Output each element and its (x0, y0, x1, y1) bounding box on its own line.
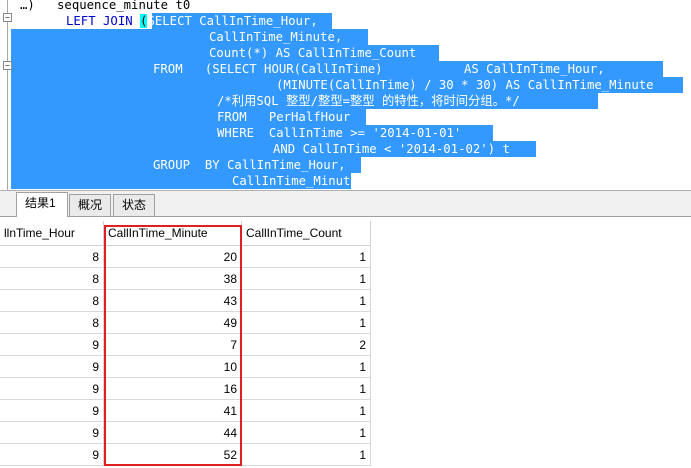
code-line[interactable]: GROUP BY CallInTime_Hour, (153, 157, 346, 173)
fold-toggle-icon[interactable]: − (3, 13, 12, 22)
cell-count[interactable]: 2 (242, 334, 371, 356)
cell-hour[interactable]: 9 (0, 378, 104, 400)
code-line[interactable]: /*利用SQL 整型/整型=整型 的特性，将时间分组。*/ (217, 93, 520, 109)
cell-minute[interactable]: 7 (104, 334, 242, 356)
table-row[interactable]: 9 41 1 (0, 400, 371, 422)
fold-toggle-icon[interactable]: − (3, 61, 12, 70)
cell-count[interactable]: 1 (242, 444, 371, 466)
code-line[interactable]: LEFT JOIN (SELECT CallInTime_Hour, (66, 13, 318, 29)
code-line[interactable]: …) sequence_minute t0 (20, 0, 190, 13)
code-text: FROM PerHalfHour (217, 110, 351, 124)
code-line[interactable]: AND CallInTime < '2014-01-02') t (273, 141, 510, 157)
cell-hour[interactable]: 8 (0, 290, 104, 312)
cell-minute[interactable]: 38 (104, 268, 242, 290)
table-row[interactable]: 8 38 1 (0, 268, 371, 290)
column-header-count[interactable]: CallInTime_Count (242, 221, 371, 246)
cell-count[interactable]: 1 (242, 268, 371, 290)
cell-minute[interactable]: 10 (104, 356, 242, 378)
code-line[interactable]: WHERE CallInTime >= '2014-01-01' (217, 125, 461, 141)
cell-minute[interactable]: 49 (104, 312, 242, 334)
table-row[interactable]: 9 44 1 (0, 422, 371, 444)
code-line[interactable]: (MINUTE(CallInTime) / 30 * 30) AS CallIn… (276, 77, 654, 93)
cell-minute[interactable]: 20 (104, 246, 242, 268)
keyword: LEFT JOIN (66, 14, 141, 28)
code-text: FROM (SELECT HOUR(CallInTime) AS CallInT… (153, 62, 605, 76)
cell-count[interactable]: 1 (242, 356, 371, 378)
table-row[interactable]: 8 43 1 (0, 290, 371, 312)
code-text: GROUP BY CallInTime_Hour, (153, 158, 346, 172)
code-text: (MINUTE(CallInTime) / 30 * 30) AS CallIn… (276, 78, 654, 92)
code-text: …) sequence_minute t0 (20, 0, 191, 12)
code-text: WHERE CallInTime >= '2014-01-01' (217, 126, 462, 140)
cell-minute[interactable]: 16 (104, 378, 242, 400)
cell-minute[interactable]: 41 (104, 400, 242, 422)
table-row[interactable]: 972 (0, 334, 371, 356)
table-row[interactable]: 8 49 1 (0, 312, 371, 334)
cell-minute[interactable]: 44 (104, 422, 242, 444)
fold-gutter (7, 0, 8, 190)
code-text: Count(*) AS CallInTime_Count (209, 46, 417, 60)
result-tab-bar: 结果1 概况 状态 (0, 190, 691, 217)
code-line[interactable]: FROM PerHalfHour (217, 109, 350, 125)
code-line[interactable]: CallInTime_Minute) t1 (232, 173, 387, 189)
cell-hour[interactable]: 8 (0, 312, 104, 334)
code-line[interactable]: CallInTime_Minute, (209, 29, 342, 45)
cell-count[interactable]: 1 (242, 422, 371, 444)
cell-count[interactable]: 1 (242, 378, 371, 400)
cell-hour[interactable]: 9 (0, 400, 104, 422)
cell-count[interactable]: 1 (242, 400, 371, 422)
cell-hour[interactable]: 8 (0, 268, 104, 290)
code-text: CallInTime_Minute) t1 (232, 174, 388, 188)
code-text: AND CallInTime < '2014-01-02') t (273, 142, 510, 156)
sql-editor[interactable]: …) sequence_minute t0 LEFT JOIN (SELECT C… (0, 0, 691, 190)
column-header-minute[interactable]: CallInTime_Minute (104, 221, 242, 246)
table-row[interactable]: 9 52 1 (0, 444, 371, 466)
cell-minute[interactable]: 43 (104, 290, 242, 312)
code-text: SELECT CallInTime_Hour, (147, 14, 318, 28)
tab-overview[interactable]: 概况 (69, 194, 111, 216)
cell-hour[interactable]: 9 (0, 444, 104, 466)
code-text: CallInTime_Minute, (209, 30, 343, 44)
column-header-hour[interactable]: llnTime_Hour (0, 221, 104, 246)
table-row[interactable]: 8 20 1 (0, 246, 371, 268)
tab-status[interactable]: 状态 (113, 194, 155, 216)
cell-hour[interactable]: 9 (0, 422, 104, 444)
tab-result1[interactable]: 结果1 (16, 192, 68, 217)
result-grid[interactable]: llnTime_Hour CallInTime_Minute CallInTim… (0, 218, 691, 468)
cell-minute[interactable]: 52 (104, 444, 242, 466)
cell-count[interactable]: 1 (242, 312, 371, 334)
code-line[interactable]: FROM (SELECT HOUR(CallInTime) AS CallInT… (153, 61, 605, 77)
code-text: /*利用SQL 整型/整型=整型 的特性，将时间分组。*/ (217, 94, 520, 108)
cell-hour[interactable]: 8 (0, 246, 104, 268)
table-row[interactable]: 9 16 1 (0, 378, 371, 400)
code-line[interactable]: Count(*) AS CallInTime_Count (209, 45, 416, 61)
cell-count[interactable]: 1 (242, 246, 371, 268)
cell-count[interactable]: 1 (242, 290, 371, 312)
cell-hour[interactable]: 9 (0, 356, 104, 378)
table-row[interactable]: 9 10 1 (0, 356, 371, 378)
cell-hour[interactable]: 9 (0, 334, 104, 356)
